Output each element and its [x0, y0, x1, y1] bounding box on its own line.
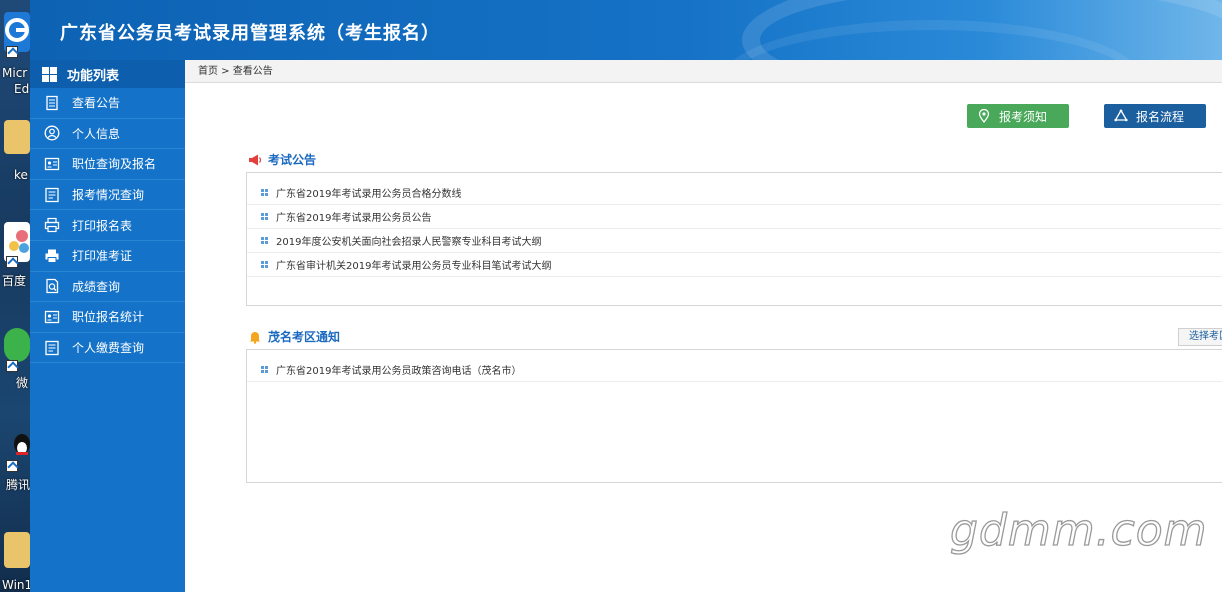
list-icon	[45, 340, 59, 355]
sidebar-item-label: 打印准考证	[72, 249, 133, 264]
user-icon	[44, 125, 60, 141]
sidebar-item-label: 查看公告	[72, 96, 121, 111]
score-icon	[46, 279, 59, 294]
sidebar-item-announcements[interactable]: 查看公告	[30, 88, 185, 119]
exam-notice-heading: 考试公告	[248, 151, 316, 168]
sidebar-item-position-stats[interactable]: 职位报名统计	[30, 302, 185, 333]
shortcut-arrow-icon	[6, 460, 18, 472]
sidebar-item-label: 打印报名表	[72, 218, 133, 233]
sidebar-item-label: 成绩查询	[72, 279, 121, 294]
region-notice-heading: 茂名考区通知	[248, 328, 340, 345]
list-item[interactable]: 广东省审计机关2019年考试录用公务员专业科目笔试考试大纲	[247, 253, 1222, 277]
folder-icon[interactable]	[4, 532, 30, 568]
printer-icon	[44, 218, 60, 233]
bell-icon	[249, 331, 261, 344]
list-item[interactable]: 广东省2019年考试录用公务员合格分数线	[247, 181, 1222, 205]
list-item[interactable]: 2019年度公安机关面向社会招录人民警察专业科目考试大纲	[247, 229, 1222, 253]
list-item[interactable]: 广东省2019年考试录用公务员公告	[247, 205, 1222, 229]
id-card-icon	[44, 310, 60, 324]
wechat-icon[interactable]	[4, 328, 30, 362]
shortcut-arrow-icon	[6, 256, 18, 268]
desktop-label: Ed	[14, 82, 30, 96]
folder-icon[interactable]	[4, 120, 30, 154]
select-region-button[interactable]: 选择考区	[1178, 328, 1222, 346]
recycle-icon	[1114, 109, 1128, 122]
bullet-icon	[261, 213, 268, 220]
sidebar-item-score-query[interactable]: 成绩查询	[30, 272, 185, 303]
sidebar-heading: 功能列表	[30, 60, 185, 88]
list-item-label: 广东省2019年考试录用公务员合格分数线	[276, 189, 462, 200]
region-notice-title: 茂名考区通知	[268, 330, 341, 344]
desktop-label: Win1	[2, 578, 30, 592]
exam-notice-list: 广东省2019年考试录用公务员合格分数线 广东省2019年考试录用公务员公告 2…	[246, 172, 1222, 306]
list-item-label: 广东省2019年考试录用公务员政策咨询电话（茂名市）	[276, 366, 522, 377]
sidebar-item-payment-query[interactable]: 个人缴费查询	[30, 333, 185, 364]
grid-icon	[42, 66, 57, 82]
desktop-label: Micr	[2, 66, 28, 80]
list-icon	[45, 187, 59, 202]
breadcrumb[interactable]: 首页 > 查看公告	[185, 60, 1222, 83]
sidebar-item-application-status[interactable]: 报考情况查询	[30, 180, 185, 211]
shortcut-arrow-icon	[6, 360, 18, 372]
list-item[interactable]: 广东省2019年考试录用公务员政策咨询电话（茂名市）	[247, 358, 1222, 382]
bullet-icon	[261, 237, 268, 244]
header-banner: 广东省公务员考试录用管理系统（考生报名）	[30, 0, 1222, 60]
watermark: gdmm.com	[949, 504, 1208, 556]
desktop-label: ke	[14, 168, 28, 182]
id-card-icon	[44, 157, 60, 171]
notice-button[interactable]: 报考须知	[967, 104, 1069, 128]
sidebar-item-label: 职位报名统计	[72, 310, 145, 325]
desktop-strip: Micr Ed ke 百度 微 腾讯 Win1	[0, 0, 30, 592]
sidebar-item-label: 个人信息	[72, 126, 121, 141]
sidebar: 功能列表 查看公告 个人信息 职位查询及报名 报考情况查询 打印报名表 打印准考…	[30, 60, 185, 592]
sidebar-item-position-search[interactable]: 职位查询及报名	[30, 149, 185, 180]
process-button-label: 报名流程	[1136, 109, 1185, 124]
bullet-icon	[261, 189, 268, 196]
sidebar-item-print-admission[interactable]: 打印准考证	[30, 241, 185, 272]
notice-button-label: 报考须知	[999, 109, 1048, 124]
sidebar-item-label: 个人缴费查询	[72, 341, 145, 356]
bullet-icon	[261, 261, 268, 268]
bullet-icon	[261, 366, 268, 373]
desktop-label: 腾讯	[6, 478, 30, 492]
desktop-label: 微	[16, 376, 29, 390]
sidebar-item-personal-info[interactable]: 个人信息	[30, 119, 185, 150]
desktop-label: 百度	[2, 274, 27, 288]
shortcut-arrow-icon	[6, 46, 18, 58]
app-window: 广东省公务员考试录用管理系统（考生报名） 功能列表 查看公告 个人信息 职位查询…	[30, 0, 1222, 592]
list-item-label: 广东省审计机关2019年考试录用公务员专业科目笔试考试大纲	[276, 261, 552, 272]
sidebar-heading-label: 功能列表	[67, 68, 120, 84]
process-button[interactable]: 报名流程	[1104, 104, 1206, 128]
list-item-label: 广东省2019年考试录用公务员公告	[276, 213, 432, 224]
document-icon	[46, 95, 58, 110]
list-item-label: 2019年度公安机关面向社会招录人民警察专业科目考试大纲	[276, 237, 542, 248]
printer-icon	[45, 249, 59, 263]
megaphone-icon	[249, 154, 262, 165]
sidebar-item-print-form[interactable]: 打印报名表	[30, 210, 185, 241]
sidebar-item-label: 报考情况查询	[72, 188, 145, 203]
location-pin-icon	[978, 109, 990, 123]
exam-notice-title: 考试公告	[268, 153, 317, 167]
region-notice-list: 广东省2019年考试录用公务员政策咨询电话（茂名市）	[246, 349, 1222, 483]
page-title: 广东省公务员考试录用管理系统（考生报名）	[60, 23, 440, 44]
sidebar-item-label: 职位查询及报名	[72, 157, 157, 172]
